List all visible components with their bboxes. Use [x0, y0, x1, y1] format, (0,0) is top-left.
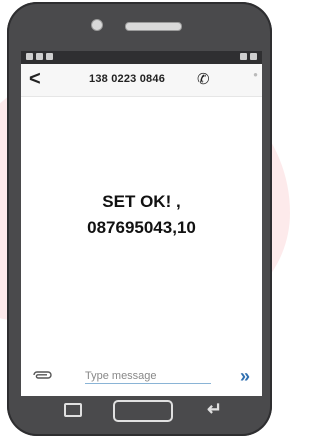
status-notifications	[26, 53, 53, 60]
message-line-1: SET OK! ,	[102, 192, 181, 211]
home-button[interactable]	[113, 400, 173, 422]
back-button[interactable]: ↵	[207, 399, 222, 420]
front-camera	[91, 19, 103, 31]
earpiece-speaker	[125, 22, 182, 31]
navigation-bar: ↵	[21, 397, 262, 427]
contact-phone-number: 138 0223 0846	[89, 73, 166, 85]
battery-icon	[250, 53, 257, 60]
status-system-icons	[240, 53, 257, 60]
send-icon[interactable]: »	[240, 366, 250, 387]
signal-icon	[240, 53, 247, 60]
recent-apps-button[interactable]	[64, 403, 82, 417]
phone-icon[interactable]: ✆	[197, 70, 210, 88]
notification-icon	[46, 53, 53, 60]
phone-screen: < 138 0223 0846 ✆ ● SET OK! , 087695043,…	[21, 51, 262, 396]
notification-icon	[36, 53, 43, 60]
message-input[interactable]	[85, 369, 211, 384]
paperclip-icon[interactable]	[31, 368, 53, 383]
notification-icon	[26, 53, 33, 60]
message-line-2: 087695043,10	[87, 218, 196, 237]
conversation-header: < 138 0223 0846 ✆ ●	[21, 64, 262, 97]
paperclip-icon-svg	[33, 371, 52, 379]
back-icon[interactable]: <	[29, 68, 41, 91]
message-body: SET OK! , 087695043,10	[21, 189, 262, 241]
overflow-menu-icon[interactable]: ●	[253, 70, 258, 79]
message-composer: »	[21, 366, 262, 388]
status-bar	[21, 51, 262, 64]
